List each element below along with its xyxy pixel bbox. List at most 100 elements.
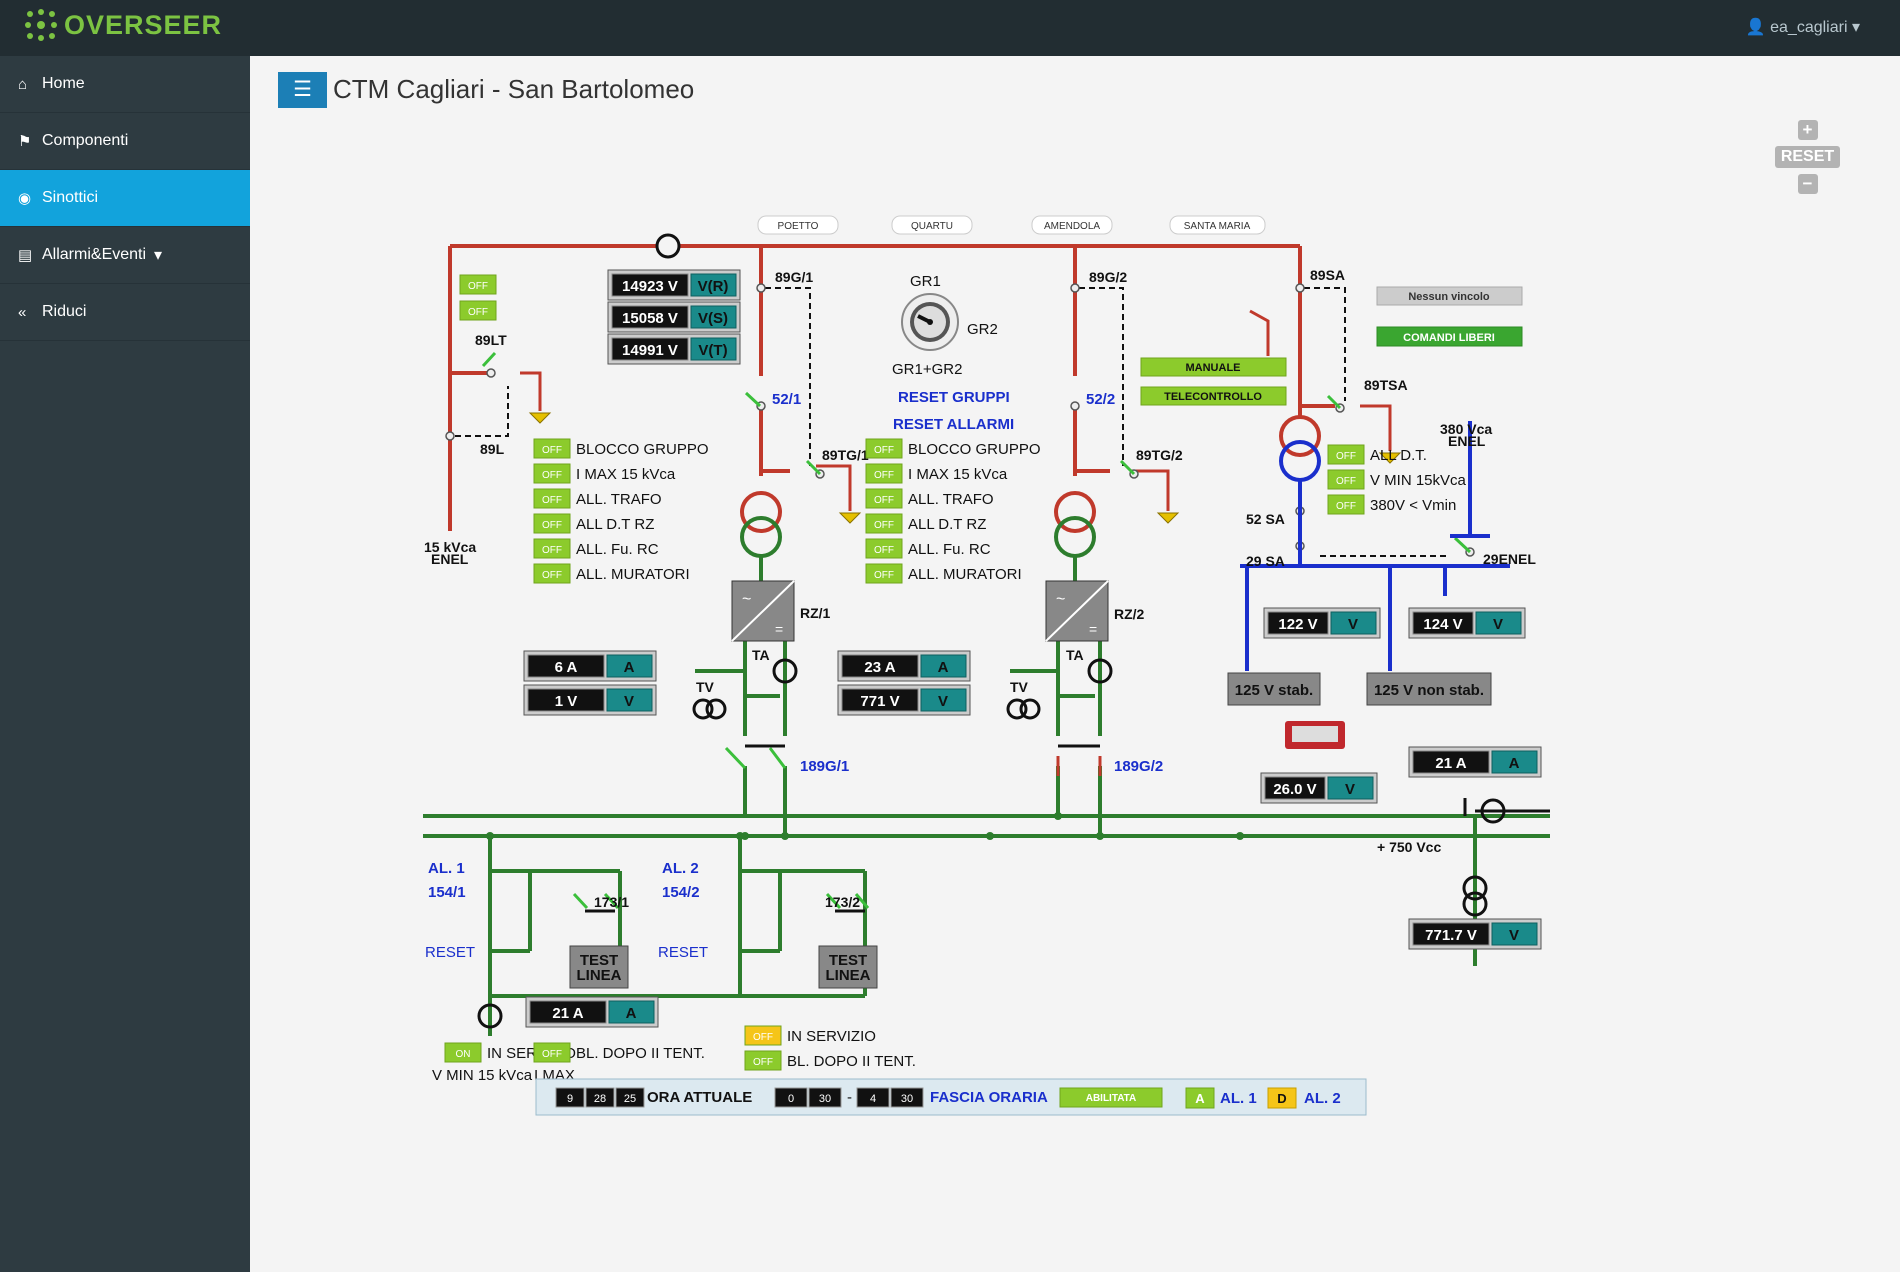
meter-unit: A — [626, 1005, 637, 1022]
comandi-liberi-label: COMANDI LIBERI — [1403, 332, 1495, 344]
sidebar-item-label: Sinottici — [42, 189, 99, 206]
label-89lt: 89LT — [475, 332, 507, 348]
meter-sa124: 124 V V — [1408, 607, 1526, 639]
svg-text:=: = — [1089, 621, 1097, 637]
label-750vcc: + 750 Vcc — [1377, 839, 1441, 855]
flag-label: I MAX 15 kVca — [908, 466, 1008, 483]
alarm-flag: OFF 380V < Vmin — [1327, 494, 1456, 515]
meter-bus_v: 771.7 V V — [1408, 918, 1542, 950]
flag-label: 380V < Vmin — [1370, 497, 1456, 514]
zoom-controls: + RESET − — [1775, 120, 1840, 194]
ora-seconds: 25 — [624, 1093, 636, 1105]
reset-line1-button[interactable]: RESET — [425, 944, 475, 961]
meter-unit: V — [938, 693, 948, 710]
zoom-out-button[interactable]: − — [1797, 174, 1818, 194]
flag-state: OFF — [874, 520, 894, 531]
end-min: 30 — [901, 1093, 913, 1105]
minus-icon: − — [1802, 174, 1813, 193]
label-ta2: TA — [1066, 647, 1084, 663]
sidebar-item-home[interactable]: ⌂ Home — [0, 56, 250, 113]
reset-line2-button[interactable]: RESET — [658, 944, 708, 961]
label-29sa: 29 SA — [1246, 553, 1285, 569]
meter-g2a: 23 A A — [837, 650, 971, 682]
flag-state: OFF — [874, 545, 894, 556]
reset-gruppi-button[interactable]: RESET GRUPPI — [898, 389, 1010, 406]
label-1732: 173/2 — [825, 894, 860, 910]
label-89tg1: 89TG/1 — [822, 447, 869, 463]
meter-unit: V — [1345, 781, 1355, 798]
flag-state: OFF — [542, 520, 562, 531]
zoom-in-button[interactable]: + — [1797, 120, 1818, 140]
feeder-label-poetto: POETTO — [778, 221, 819, 232]
flag-state: OFF — [874, 570, 894, 581]
meter-unit: V — [624, 693, 634, 710]
feeder-label-quartu: QUARTU — [911, 221, 953, 232]
sidebar-item-label: Riduci — [42, 303, 87, 320]
label-1541: 154/1 — [428, 884, 466, 901]
sidebar-item-componenti[interactable]: ⚑ Componenti — [0, 113, 250, 170]
al1-toggle-label: A — [1195, 1091, 1205, 1106]
feeder-label-santamaria: SANTA MARIA — [1184, 221, 1251, 232]
label-enel-380: ENEL — [1448, 433, 1486, 449]
label-tv1: TV — [696, 679, 715, 695]
flag-state: OFF — [874, 495, 894, 506]
test-linea-2-label-b: LINEA — [826, 967, 871, 984]
alarm-flag: OFF ALL. MURATORI — [533, 563, 690, 584]
alarm-flag: OFF ALL. MURATORI — [865, 563, 1022, 584]
flag-label: ALL. TRAFO — [908, 491, 994, 508]
meter-value: 14923 V — [622, 278, 678, 295]
sidebar-item-riduci[interactable]: « Riduci — [0, 284, 250, 341]
meter-value: 21 A — [1435, 755, 1466, 772]
label-52sa: 52 SA — [1246, 511, 1285, 527]
al1-label: AL. 1 — [1220, 1090, 1257, 1107]
al2-label: AL. 2 — [1304, 1090, 1341, 1107]
alarm-flag: OFF BL. DOPO II TENT. — [744, 1050, 916, 1071]
converter-rz1: ~ = — [731, 580, 795, 642]
meter-unit: A — [938, 659, 949, 676]
group-selector-knob[interactable] — [901, 293, 959, 351]
sidebar: ⌂ Home ⚑ Componenti ◉ Sinottici ▤ Allarmi&Ev… — [0, 56, 250, 1272]
sidebar-item-label: Componenti — [42, 132, 129, 149]
zoom-reset-button[interactable]: RESET — [1775, 146, 1840, 168]
meter-unit: V — [1493, 616, 1503, 633]
flag-state: OFF — [542, 495, 562, 506]
flag-state: OFF — [1336, 501, 1356, 512]
double-chevron-left-icon: « — [18, 303, 27, 321]
label-1731: 173/1 — [594, 894, 629, 910]
meter-sa122: 122 V V — [1263, 607, 1381, 639]
label-gr1gr2: GR1+GR2 — [892, 361, 962, 378]
label-521: 52/1 — [772, 391, 801, 408]
meter-vs: 15058 V V(S) — [607, 301, 741, 333]
flag-state: OFF — [542, 470, 562, 481]
meter-unit: V(R) — [698, 278, 729, 295]
sidebar-item-label: Allarmi&Eventi — [42, 246, 147, 263]
sidebar-item-allarmi-eventi[interactable]: ▤ Allarmi&Eventi ▾ — [0, 227, 250, 284]
alarm-flag: OFF V MIN 15kVca — [1327, 469, 1467, 490]
reset-allarmi-button[interactable]: RESET ALLARMI — [893, 416, 1014, 433]
start-hour: 0 — [788, 1093, 794, 1105]
nonstab-label: 125 V non stab. — [1374, 682, 1484, 699]
label-rz1: RZ/1 — [800, 605, 831, 621]
start-min: 30 — [819, 1093, 831, 1105]
sidebar-item-sinottici[interactable]: ◉ Sinottici — [0, 170, 250, 227]
ora-digits: 9 28 25 — [555, 1087, 645, 1108]
label-gr2: GR2 — [967, 321, 998, 338]
alarm-flag: OFF ALL. Fu. RC — [865, 538, 991, 559]
al2-toggle-label: D — [1277, 1091, 1286, 1106]
user-menu[interactable]: 👤 ea_cagliari ▾ — [1746, 17, 1860, 37]
svg-text:=: = — [775, 621, 783, 637]
meter-value: 771.7 V — [1425, 927, 1477, 944]
alarm-flag: OFF ALL D.T RZ — [865, 513, 986, 534]
alarm-flag: OFF BLOCCO GRUPPO — [533, 438, 709, 459]
ora-hours: 9 — [567, 1093, 573, 1105]
svg-text:~: ~ — [742, 591, 751, 608]
flag-label: BL. DOPO II TENT. — [576, 1045, 705, 1062]
sidebar-item-label: Home — [42, 75, 85, 92]
alarm-flag: OFF BLOCCO GRUPPO — [865, 438, 1041, 459]
stab-label: 125 V stab. — [1235, 682, 1313, 699]
feeder-label-amendola: AMENDOLA — [1044, 221, 1100, 232]
label-al1: AL. 1 — [428, 860, 465, 877]
logo[interactable]: OVERSEER — [24, 8, 222, 42]
flag-label: ALL D.T RZ — [908, 516, 986, 533]
alarm-flag: OFF ALL D.T. — [1327, 444, 1427, 465]
